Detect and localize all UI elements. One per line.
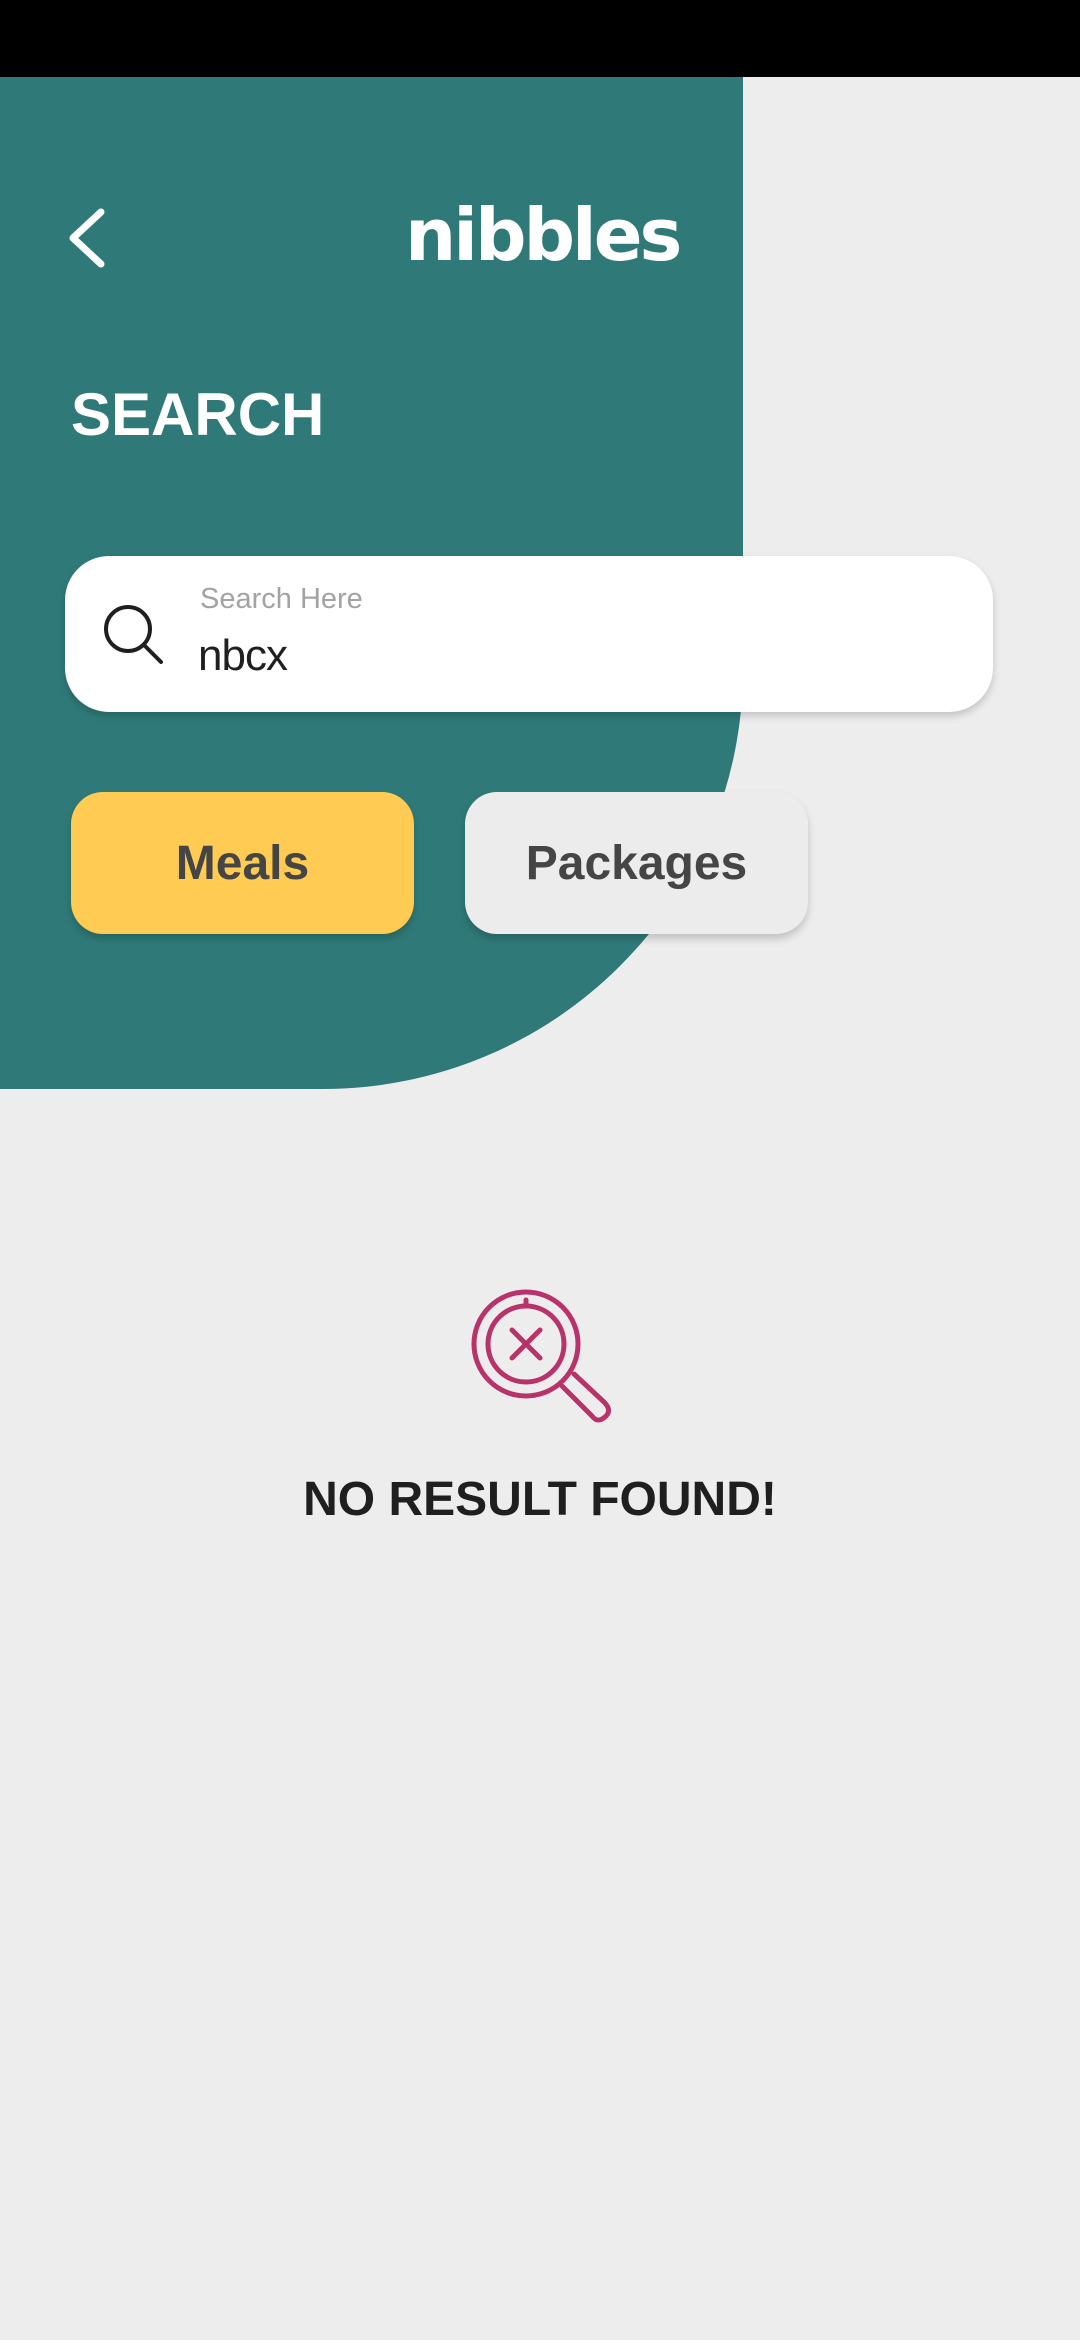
search-icon [104,605,163,664]
search-label: Search Here [200,583,363,615]
no-result-message: NO RESULT FOUND! [303,1473,777,1526]
app-logo: nibbles [405,193,682,277]
status-bar [0,0,1080,77]
no-result-search-icon [471,1289,612,1423]
page-title: SEARCH [71,381,325,448]
tab-meals[interactable]: Meals [71,792,414,934]
search-input[interactable] [198,626,938,686]
back-button[interactable] [52,200,122,275]
chevron-left-icon [69,208,105,267]
search-box[interactable]: Search Here [65,556,993,712]
tab-packages[interactable]: Packages [465,792,808,934]
